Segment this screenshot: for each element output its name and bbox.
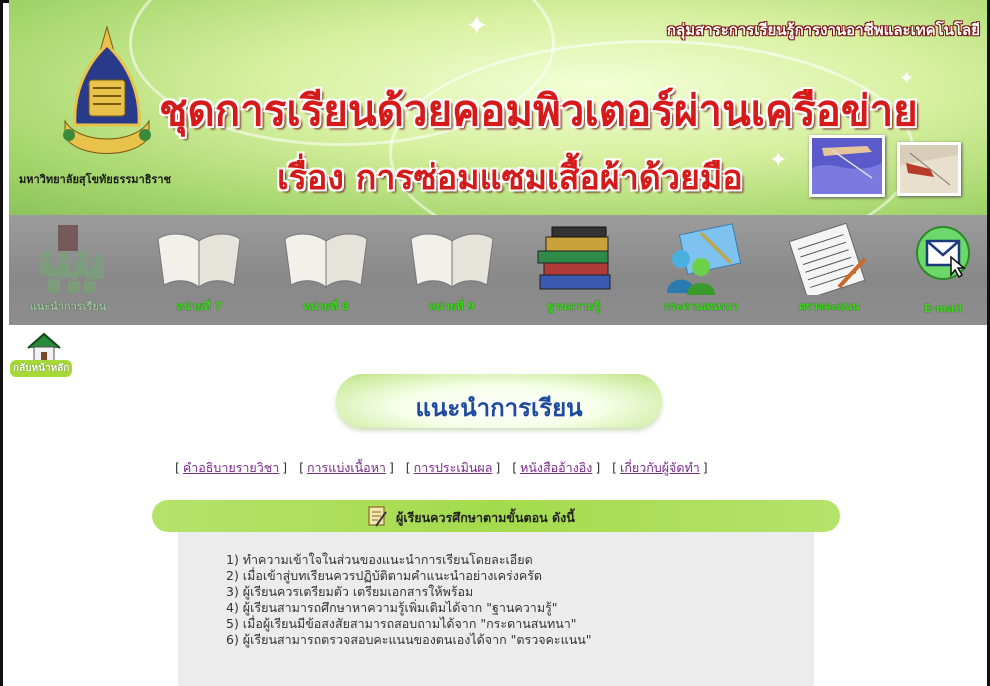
open-book-icon bbox=[284, 233, 368, 289]
university-name: มหาวิทยาลัยสุโขทัยธรรมาธิราช bbox=[19, 173, 171, 186]
book-stack-icon bbox=[537, 226, 611, 290]
list-item: 2) เมื่อเข้าสู่บทเรียนควรปฏิบัติตามคำแนะ… bbox=[226, 568, 543, 583]
sewing-photo-icon bbox=[809, 135, 885, 197]
nav-item-unit-9[interactable]: หน่วยที่ 9 bbox=[397, 215, 507, 325]
open-book-icon bbox=[410, 233, 494, 289]
link-course-description[interactable]: คำอธิบายรายวิชา bbox=[183, 460, 279, 475]
link-about-authors[interactable]: เกี่ยวกับผู้จัดทำ bbox=[620, 460, 700, 475]
nav-item-unit-7[interactable]: หน่วยที่ 7 bbox=[144, 215, 254, 325]
home-button[interactable]: กลับหน้าหลัก bbox=[10, 330, 84, 377]
nav-label: ฐานความรู้ bbox=[547, 300, 601, 313]
home-icon bbox=[27, 332, 61, 362]
nav-label: หน่วยที่ 9 bbox=[428, 300, 476, 313]
page-title-text: แนะนำการเรียน bbox=[415, 394, 583, 422]
list-item: 3) ผู้เรียนควรเตรียมตัว เตรียมเอกสารให้พ… bbox=[226, 584, 474, 599]
nav-item-unit-8[interactable]: หน่วยที่ 8 bbox=[271, 215, 381, 325]
course-title: ชุดการเรียนด้วยคอมพิวเตอร์ผ่านเครือข่าย bbox=[159, 86, 918, 135]
nav-item-knowledge-base[interactable]: ฐานความรู้ bbox=[519, 215, 629, 325]
nav-label: หน่วยที่ 8 bbox=[302, 300, 350, 313]
steps-list: 1) ทำความเข้าใจในส่วนของแนะนำการเรียนโดย… bbox=[226, 552, 592, 648]
nav-item-email[interactable]: E-mail bbox=[901, 215, 985, 325]
home-label: กลับหน้าหลัก bbox=[10, 360, 73, 377]
page-title: แนะนำการเรียน bbox=[336, 374, 662, 428]
list-item: 5) เมื่อผู้เรียนมีข้อสงสัยสามารถสอบถามได… bbox=[226, 616, 577, 631]
nav-label: ตรวจคะแนน bbox=[798, 300, 860, 313]
scroll-icon bbox=[368, 506, 387, 527]
envelope-icon bbox=[916, 226, 970, 280]
link-evaluation[interactable]: การประเมินผล bbox=[414, 460, 493, 475]
nav-label: แนะนำการเรียน bbox=[29, 300, 107, 313]
page-frame-left bbox=[0, 0, 3, 686]
steps-title: ผู้เรียนควรศึกษาตามขั้นตอน ดังนี้ bbox=[396, 510, 575, 525]
sparkle-icon: ✦ bbox=[769, 148, 788, 173]
sparkle-icon: ✦ bbox=[465, 9, 489, 42]
link-references[interactable]: หนังสืออ้างอิง bbox=[520, 460, 592, 475]
list-item: 4) ผู้เรียนสามารถศึกษาหาความรู้เพิ่มเติม… bbox=[226, 600, 558, 615]
lesson-title: เรื่อง การซ่อมแซมเสื้อผ้าด้วยมือ bbox=[277, 158, 743, 198]
nav-item-study-guide[interactable]: แนะนำการเรียน bbox=[9, 215, 127, 325]
nav-label: กระดานสนทนา bbox=[663, 300, 739, 313]
list-item: 1) ทำความเข้าใจในส่วนของแนะนำการเรียนโดย… bbox=[226, 552, 533, 567]
nav-item-check-score[interactable]: ตรวจคะแนน bbox=[779, 215, 879, 325]
steps-panel: 1) ทำความเข้าใจในส่วนของแนะนำการเรียนโดย… bbox=[178, 532, 814, 686]
needle-photo-icon bbox=[897, 142, 961, 196]
subject-group-title: กลุ่มสาระการเรียนรู้การงานอาชีพและเทคโนโ… bbox=[666, 21, 980, 39]
nav-label: E-mail bbox=[923, 302, 963, 315]
header-banner: ✦ ✦ ✦ มหาวิทยาลัยสุโขทัยธรรมาธิราช กลุ่ม… bbox=[9, 0, 990, 215]
steps-header: ผู้เรียนควรศึกษาตามขั้นตอน ดังนี้ bbox=[152, 500, 840, 532]
university-emblem-icon bbox=[63, 25, 151, 154]
open-book-icon bbox=[157, 233, 241, 289]
list-item: 6) ผู้เรียนสามารถตรวจสอบคะแนนของตนเองได้… bbox=[226, 632, 592, 647]
people-icon bbox=[40, 225, 104, 293]
chat-users-icon bbox=[667, 223, 741, 295]
main-navigation: แนะนำการเรียน หน่วยที่ 7 หน่วยที่ 8 หน่ว… bbox=[9, 215, 990, 325]
link-content-division[interactable]: การแบ่งเนื้อหา bbox=[307, 460, 386, 475]
sub-navigation-links: [คำอธิบายรายวิชา] [การแบ่งเนื้อหา] [การป… bbox=[175, 460, 708, 475]
nav-label: หน่วยที่ 7 bbox=[175, 300, 223, 313]
answer-sheet-icon bbox=[789, 223, 867, 295]
nav-item-discussion-board[interactable]: กระดานสนทนา bbox=[641, 215, 761, 325]
